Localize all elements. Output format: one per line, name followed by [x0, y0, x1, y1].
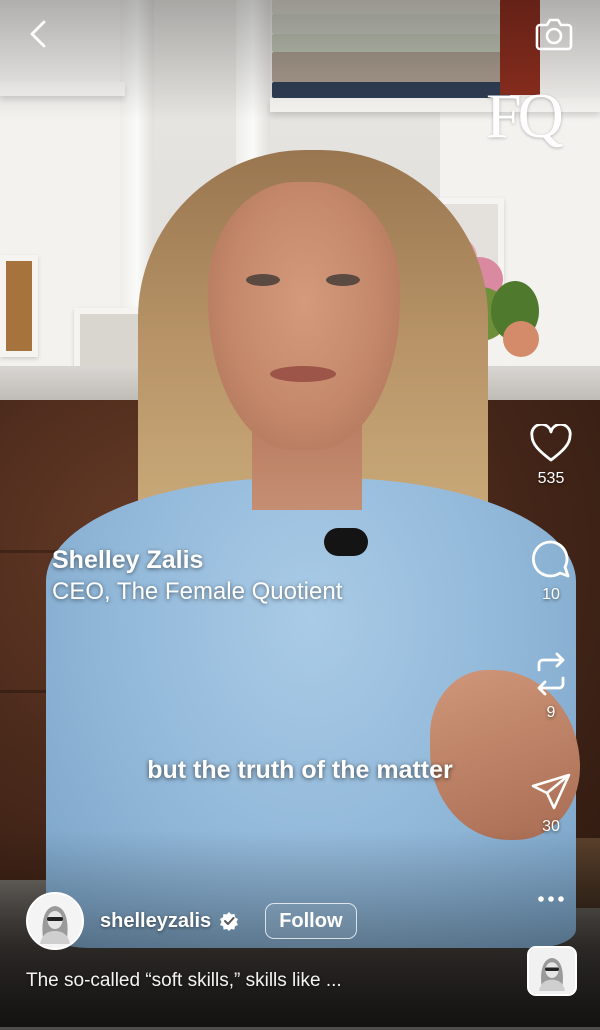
- more-dots-icon[interactable]: [536, 894, 566, 904]
- heart-icon[interactable]: [529, 424, 573, 464]
- back-button[interactable]: [18, 14, 58, 54]
- camera-button[interactable]: [532, 12, 576, 56]
- follow-button[interactable]: Follow: [265, 903, 357, 939]
- speaker-lower-third: Shelley Zalis CEO, The Female Quotient: [52, 544, 342, 608]
- chevron-left-icon: [30, 20, 46, 48]
- remix-action[interactable]: 9: [520, 650, 582, 722]
- repost-icon[interactable]: [531, 650, 571, 698]
- like-action[interactable]: 535: [520, 424, 582, 488]
- audio-thumbnail[interactable]: [527, 946, 577, 996]
- remix-count: 9: [546, 704, 556, 721]
- comment-count: 10: [542, 586, 560, 603]
- profile-portrait-icon: [538, 957, 566, 991]
- author-username[interactable]: shelleyzalis: [100, 910, 211, 933]
- speaker-name: Shelley Zalis: [52, 546, 204, 574]
- profile-portrait-icon: [40, 906, 70, 944]
- avatar[interactable]: [26, 892, 84, 950]
- more-options-button[interactable]: [520, 894, 582, 904]
- reel-overlay: FQ 535 10 9 30 Shelley Zalis CEO, The Fe…: [0, 0, 600, 1030]
- share-count: 30: [542, 818, 560, 835]
- brand-logo: FQ: [486, 80, 564, 151]
- like-count: 535: [537, 470, 565, 487]
- author-row: shelleyzalis Follow: [26, 892, 357, 950]
- speaker-title: CEO, The Female Quotient: [52, 578, 343, 605]
- verified-badge-icon: [219, 911, 239, 931]
- comment-bubble-icon[interactable]: [530, 538, 572, 580]
- reel-description[interactable]: The so-called “soft skills,” skills like…: [26, 970, 506, 992]
- camera-icon: [535, 18, 573, 51]
- comment-action[interactable]: 10: [520, 538, 582, 604]
- video-subtitle: but the truth of the matter: [147, 756, 453, 784]
